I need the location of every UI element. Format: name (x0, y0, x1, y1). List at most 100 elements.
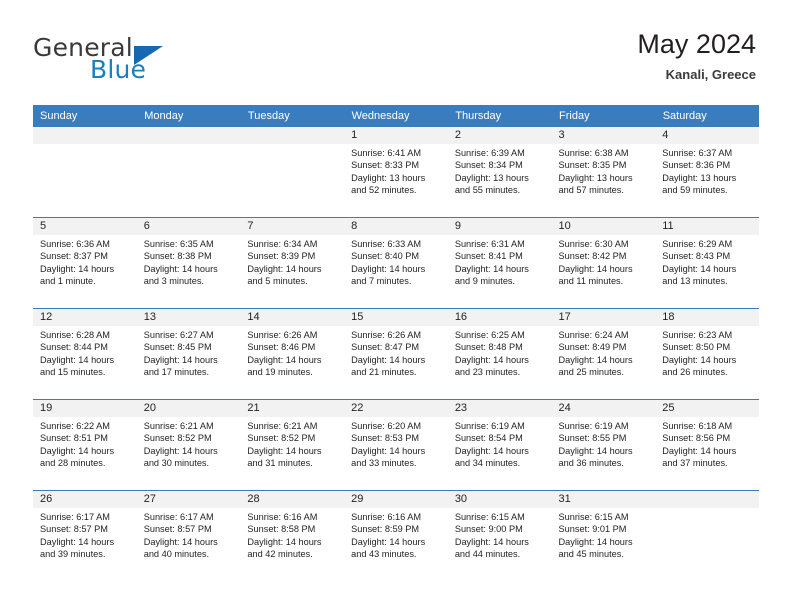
calendar-day-cell[interactable]: 29 Sunrise: 6:16 AM Sunset: 8:59 PM Dayligh… (344, 490, 448, 581)
day-cell-inner: 23 Sunrise: 6:19 AM Sunset: 8:54 PM Dayligh… (447, 400, 552, 490)
calendar-day-cell[interactable]: 21 Sunrise: 6:21 AM Sunset: 8:52 PM Dayligh… (240, 399, 345, 491)
sunrise-text: Sunrise: 6:19 AM (558, 421, 629, 431)
calendar-page: General Blue May 2024 Kanali, Greece Sun… (0, 0, 792, 612)
calendar-day-cell[interactable]: 15 Sunrise: 6:26 AM Sunset: 8:47 PM Dayligh… (344, 308, 448, 400)
day-cell-inner: 2 Sunrise: 6:39 AM Sunset: 8:34 PM Daylight… (447, 127, 552, 217)
sunset-text: Sunset: 8:39 PM (247, 251, 316, 262)
calendar-day-cell[interactable]: 4 Sunrise: 6:37 AM Sunset: 8:36 PM Daylight… (655, 127, 759, 218)
sunrise-text: Sunrise: 6:21 AM (247, 421, 318, 431)
day-cell-inner: 26 Sunrise: 6:17 AM Sunset: 8:57 PM Dayligh… (33, 491, 137, 581)
daylight-text: Daylight: 14 hours (40, 263, 115, 274)
calendar-day-cell[interactable]: 26 Sunrise: 6:17 AM Sunset: 8:57 PM Dayligh… (33, 490, 137, 581)
day-number: 24 (551, 400, 656, 417)
calendar-day-cell[interactable]: 28 Sunrise: 6:16 AM Sunset: 8:58 PM Dayligh… (240, 490, 345, 581)
sun-times-block: Sunrise: 6:24 AM Sunset: 8:49 PM Daylight:… (552, 326, 656, 379)
sunrise-text: Sunrise: 6:23 AM (662, 330, 733, 340)
day-cell-inner: 10 Sunrise: 6:30 AM Sunset: 8:42 PM Dayligh… (551, 218, 656, 308)
day-number: 15 (344, 309, 448, 326)
calendar-day-cell[interactable]: 19 Sunrise: 6:22 AM Sunset: 8:51 PM Dayligh… (33, 399, 137, 491)
day-number (136, 127, 241, 144)
calendar-day-cell[interactable]: 7 Sunrise: 6:34 AM Sunset: 8:39 PM Daylight… (240, 217, 345, 309)
day-cell-inner: 13 Sunrise: 6:27 AM Sunset: 8:45 PM Dayligh… (136, 309, 241, 399)
page-title: May 2024 (637, 29, 756, 59)
daylight-text: and 21 minutes. (351, 367, 417, 378)
day-number: 2 (447, 127, 552, 144)
calendar-day-cell[interactable]: 16 Sunrise: 6:25 AM Sunset: 8:48 PM Dayligh… (447, 308, 552, 400)
sun-times-block: Sunrise: 6:34 AM Sunset: 8:39 PM Daylight:… (240, 235, 344, 288)
calendar-day-cell[interactable]: 3 Sunrise: 6:38 AM Sunset: 8:35 PM Daylight… (551, 127, 656, 218)
calendar-day-cell[interactable]: 18 Sunrise: 6:23 AM Sunset: 8:50 PM Dayligh… (655, 308, 759, 400)
day-number: 21 (240, 400, 345, 417)
daylight-text: Daylight: 14 hours (247, 536, 322, 547)
daylight-text: and 19 minutes. (247, 367, 313, 378)
calendar-day-cell[interactable]: 22 Sunrise: 6:20 AM Sunset: 8:53 PM Dayligh… (344, 399, 448, 491)
calendar-day-cell[interactable]: 1 Sunrise: 6:41 AM Sunset: 8:33 PM Daylight… (344, 127, 448, 218)
day-cell-inner: 11 Sunrise: 6:29 AM Sunset: 8:43 PM Dayligh… (655, 218, 759, 308)
sunset-text: Sunset: 8:37 PM (40, 251, 108, 262)
day-number: 31 (551, 491, 656, 508)
calendar-day-cell[interactable]: 6 Sunrise: 6:35 AM Sunset: 8:38 PM Daylight… (136, 217, 241, 309)
sunset-text: Sunset: 8:33 PM (351, 160, 420, 171)
calendar-day-cell[interactable]: 20 Sunrise: 6:21 AM Sunset: 8:52 PM Dayligh… (136, 399, 241, 491)
day-cell-inner: 16 Sunrise: 6:25 AM Sunset: 8:48 PM Dayligh… (447, 309, 552, 399)
sunset-text: Sunset: 8:57 PM (40, 524, 108, 535)
calendar-day-cell[interactable]: 2 Sunrise: 6:39 AM Sunset: 8:34 PM Daylight… (447, 127, 552, 218)
sunset-text: Sunset: 8:35 PM (558, 160, 627, 171)
calendar-cell-empty (240, 127, 345, 218)
sunset-text: Sunset: 8:34 PM (454, 160, 523, 171)
sun-times-block: Sunrise: 6:25 AM Sunset: 8:48 PM Daylight:… (448, 326, 552, 379)
calendar-day-cell[interactable]: 12 Sunrise: 6:28 AM Sunset: 8:44 PM Dayligh… (33, 308, 137, 400)
day-number: 26 (33, 491, 137, 508)
sun-times-block: Sunrise: 6:39 AM Sunset: 8:34 PM Daylight:… (448, 144, 552, 197)
general-blue-logo[interactable]: General Blue (33, 33, 243, 89)
daylight-text: Daylight: 14 hours (558, 263, 633, 274)
sunset-text: Sunset: 9:01 PM (558, 524, 627, 535)
calendar-day-cell[interactable]: 5 Sunrise: 6:36 AM Sunset: 8:37 PM Daylight… (33, 217, 137, 309)
day-number: 17 (551, 309, 656, 326)
sunrise-text: Sunrise: 6:31 AM (454, 239, 525, 249)
calendar-day-cell[interactable]: 13 Sunrise: 6:27 AM Sunset: 8:45 PM Dayligh… (136, 308, 241, 400)
calendar-day-cell[interactable]: 17 Sunrise: 6:24 AM Sunset: 8:49 PM Dayligh… (551, 308, 656, 400)
day-cell-inner: 8 Sunrise: 6:33 AM Sunset: 8:40 PM Daylight… (344, 218, 448, 308)
day-number: 19 (33, 400, 137, 417)
day-number (655, 491, 759, 508)
calendar-day-cell[interactable]: 9 Sunrise: 6:31 AM Sunset: 8:41 PM Daylight… (447, 217, 552, 309)
calendar-day-cell[interactable]: 23 Sunrise: 6:19 AM Sunset: 8:54 PM Dayligh… (447, 399, 552, 491)
calendar-week-row: 19 Sunrise: 6:22 AM Sunset: 8:51 PM Dayligh… (33, 399, 759, 491)
calendar-day-cell[interactable]: 30 Sunrise: 6:15 AM Sunset: 9:00 PM Dayligh… (447, 490, 552, 581)
daylight-text: Daylight: 14 hours (40, 354, 115, 365)
daylight-text: and 17 minutes. (143, 367, 210, 378)
calendar-day-cell[interactable]: 25 Sunrise: 6:18 AM Sunset: 8:56 PM Dayligh… (655, 399, 759, 491)
day-cell-inner: 28 Sunrise: 6:16 AM Sunset: 8:58 PM Dayligh… (240, 491, 345, 581)
calendar-day-cell[interactable]: 31 Sunrise: 6:15 AM Sunset: 9:01 PM Dayligh… (551, 490, 656, 581)
daylight-text: and 1 minute. (40, 276, 96, 287)
calendar-day-cell[interactable]: 27 Sunrise: 6:17 AM Sunset: 8:57 PM Dayligh… (136, 490, 241, 581)
daylight-text: Daylight: 14 hours (558, 536, 633, 547)
sunrise-text: Sunrise: 6:18 AM (662, 421, 733, 431)
calendar-day-cell[interactable]: 8 Sunrise: 6:33 AM Sunset: 8:40 PM Daylight… (344, 217, 448, 309)
sunrise-text: Sunrise: 6:24 AM (558, 330, 629, 340)
calendar-week-row: 1 Sunrise: 6:41 AM Sunset: 8:33 PM Daylight… (33, 127, 759, 218)
day-number: 25 (655, 400, 759, 417)
calendar-day-cell[interactable]: 14 Sunrise: 6:26 AM Sunset: 8:46 PM Dayligh… (240, 308, 345, 400)
sunrise-text: Sunrise: 6:19 AM (454, 421, 525, 431)
daylight-text: Daylight: 14 hours (247, 263, 322, 274)
sunset-text: Sunset: 8:44 PM (40, 342, 108, 353)
day-cell-inner: 25 Sunrise: 6:18 AM Sunset: 8:56 PM Dayligh… (655, 400, 759, 490)
calendar-day-cell[interactable]: 24 Sunrise: 6:19 AM Sunset: 8:55 PM Dayligh… (551, 399, 656, 491)
calendar-day-cell[interactable]: 11 Sunrise: 6:29 AM Sunset: 8:43 PM Dayligh… (655, 217, 759, 309)
sunset-text: Sunset: 8:49 PM (558, 342, 627, 353)
calendar-day-cell[interactable]: 10 Sunrise: 6:30 AM Sunset: 8:42 PM Dayligh… (551, 217, 656, 309)
day-cell-inner: 6 Sunrise: 6:35 AM Sunset: 8:38 PM Daylight… (136, 218, 241, 308)
sunrise-text: Sunrise: 6:39 AM (454, 148, 525, 158)
sun-times-block: Sunrise: 6:22 AM Sunset: 8:51 PM Daylight:… (33, 417, 137, 470)
calendar-body: 1 Sunrise: 6:41 AM Sunset: 8:33 PM Daylight… (33, 127, 759, 581)
daylight-text: and 26 minutes. (662, 367, 728, 378)
sunrise-text: Sunrise: 6:29 AM (662, 239, 733, 249)
daylight-text: Daylight: 13 hours (454, 172, 529, 183)
daylight-text: and 55 minutes. (454, 185, 521, 196)
sun-times-block (655, 508, 759, 511)
calendar-cell-empty (33, 127, 137, 218)
sun-times-block: Sunrise: 6:30 AM Sunset: 8:42 PM Daylight:… (552, 235, 656, 288)
calendar-week-row: 26 Sunrise: 6:17 AM Sunset: 8:57 PM Dayligh… (33, 490, 759, 581)
